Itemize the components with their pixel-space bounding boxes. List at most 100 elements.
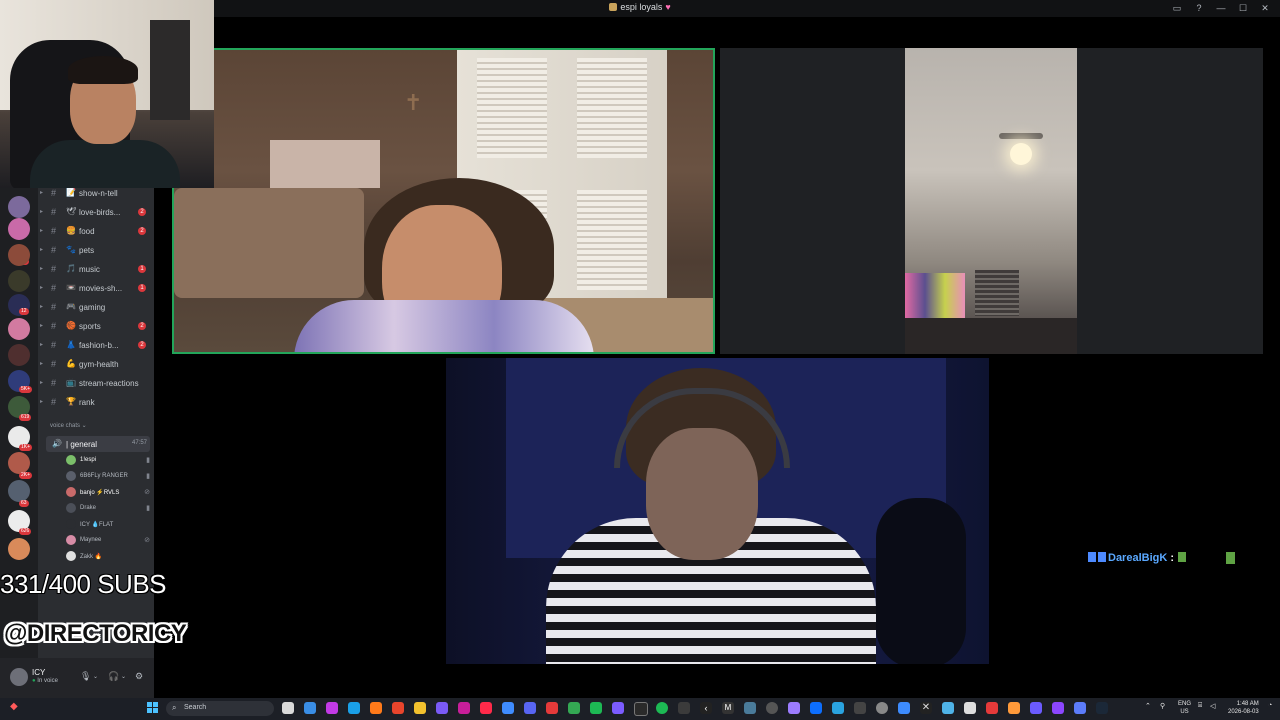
app-icon[interactable] — [590, 702, 602, 714]
voice-user[interactable]: Drake ▮ — [66, 501, 150, 516]
server-icon[interactable] — [8, 270, 30, 292]
user-status-text: In voice — [37, 678, 58, 684]
server-icon[interactable] — [8, 218, 30, 240]
app-icon[interactable] — [634, 702, 648, 716]
network-icon[interactable]: ⌸ — [1198, 702, 1202, 710]
app-icon[interactable] — [876, 702, 888, 714]
server-icon[interactable] — [8, 244, 30, 266]
channel-item[interactable]: ▸ # 🕊 love-birds... 2 — [38, 204, 154, 221]
voice-user[interactable]: 1!espi ▮ — [66, 453, 150, 468]
chevron-down-icon[interactable]: ⌄ — [121, 673, 126, 680]
video-tile-1[interactable]: ✝ — [172, 48, 715, 354]
app-icon[interactable] — [1008, 702, 1020, 714]
x-icon[interactable]: ✕ — [920, 702, 932, 714]
user-status: ● In voice — [32, 678, 58, 684]
channel-item[interactable]: ▸ # 🎮 gaming — [38, 299, 154, 316]
notification-icon[interactable]: ◆ — [10, 701, 22, 713]
channel-emoji: 🐾 — [66, 245, 76, 254]
app-icon[interactable] — [458, 702, 470, 714]
app-icon[interactable] — [1030, 702, 1042, 714]
server-icon[interactable] — [8, 538, 30, 560]
channel-item[interactable]: ▸ # 🐾 pets — [38, 242, 154, 259]
app-icon[interactable] — [326, 702, 338, 714]
brave-icon[interactable] — [392, 702, 404, 714]
app-icon[interactable] — [436, 702, 448, 714]
app-icon[interactable] — [678, 702, 690, 714]
voice-user[interactable]: ICY 💧FLAT — [66, 517, 150, 532]
language-indicator[interactable]: ENG US — [1178, 700, 1191, 716]
muted-icon: ⊘ — [144, 489, 150, 496]
windows-start-icon[interactable] — [147, 702, 159, 714]
app-icon[interactable] — [854, 702, 866, 714]
app-icon[interactable] — [766, 702, 778, 714]
steam-icon[interactable] — [1096, 702, 1108, 714]
server-icon[interactable] — [8, 344, 30, 366]
app-icon[interactable] — [612, 702, 624, 714]
close-icon[interactable]: ✕ — [1254, 1, 1276, 15]
task-view-icon[interactable] — [282, 702, 294, 714]
app-icon[interactable] — [964, 702, 976, 714]
channel-item[interactable]: ▸ # 🍔 food 2 — [38, 223, 154, 240]
inbox-icon[interactable]: ▭ — [1166, 1, 1188, 15]
avatar — [66, 455, 76, 465]
app-icon[interactable] — [942, 702, 954, 714]
taskbar-search[interactable]: ⌕ Search — [166, 701, 274, 716]
app-icon[interactable] — [986, 702, 998, 714]
headphones-icon[interactable]: 🎧 — [108, 671, 119, 682]
video-tile-2[interactable] — [720, 48, 1263, 354]
channel-item[interactable]: ▸ # 👗 fashion-b... 2 — [38, 337, 154, 354]
app-icon[interactable] — [788, 702, 800, 714]
channel-item[interactable]: ▸ # 🎵 music 1 — [38, 261, 154, 278]
channel-item[interactable]: ▸ # 💪 gym-health — [38, 356, 154, 373]
voice-user[interactable]: 6B6FLy RANGER ▮ — [66, 469, 150, 484]
app-icon[interactable]: M — [722, 702, 734, 714]
voice-channel-general[interactable]: 🔊 | general 47:57 — [46, 436, 150, 452]
location-icon[interactable]: ⚲ — [1160, 702, 1165, 710]
minimize-icon[interactable]: — — [1210, 1, 1232, 15]
help-icon[interactable]: ? — [1188, 1, 1210, 15]
channel-item[interactable]: ▸ # 📼 movies-sh... 1 — [38, 280, 154, 297]
server-icon[interactable] — [8, 318, 30, 340]
channel-item[interactable]: ▸ # 🏆 rank — [38, 394, 154, 411]
maximize-icon[interactable]: ☐ — [1232, 1, 1254, 15]
edge-icon[interactable] — [348, 702, 360, 714]
video-tile-3[interactable] — [446, 358, 989, 664]
app-icon[interactable] — [810, 702, 822, 714]
app-icon[interactable] — [898, 702, 910, 714]
chevron-up-icon[interactable]: ⌃ — [1145, 702, 1151, 710]
avatar[interactable] — [10, 668, 28, 686]
voice-channel-label: | general — [66, 440, 97, 449]
microphone-icon[interactable]: 🎙 — [80, 671, 91, 682]
app-icon[interactable] — [546, 702, 558, 714]
gear-icon[interactable]: ⚙ — [135, 671, 143, 682]
file-explorer-icon[interactable] — [414, 702, 426, 714]
voice-user[interactable]: Maynee ⊘ — [66, 533, 150, 548]
channel-item[interactable]: ▸ # 🏀 sports 2 — [38, 318, 154, 335]
firefox-icon[interactable] — [370, 702, 382, 714]
voice-category[interactable]: voice chats ⌄ — [50, 422, 87, 429]
avatar — [66, 535, 76, 545]
channel-item[interactable]: ▸ # 📺 stream-reactions — [38, 375, 154, 392]
voice-user[interactable]: Zakk 🔥 — [66, 549, 150, 564]
video-light — [1010, 143, 1032, 165]
clock[interactable]: 1:48 AM 2026-08-03 — [1228, 700, 1259, 716]
channel-item[interactable]: ▸ # 📝 show-n-tell — [38, 188, 154, 202]
widgets-icon[interactable] — [304, 702, 316, 714]
app-icon[interactable] — [1052, 702, 1064, 714]
voice-user[interactable]: banjo ⚡RVLS ⊘ — [66, 485, 150, 500]
bell-icon[interactable]: ◔ — [1268, 702, 1272, 709]
app-icon[interactable] — [502, 702, 514, 714]
app-icon[interactable] — [1074, 702, 1086, 714]
app-icon[interactable]: ‹ — [700, 702, 712, 714]
discord-icon[interactable] — [524, 702, 536, 714]
app-icon[interactable] — [744, 702, 756, 714]
server-icon[interactable] — [8, 480, 30, 502]
server-icon[interactable] — [8, 196, 30, 218]
chrome-icon[interactable] — [568, 702, 580, 714]
spotify-icon[interactable] — [656, 702, 668, 714]
server-icon[interactable] — [8, 452, 30, 474]
chevron-down-icon[interactable]: ⌄ — [93, 673, 98, 680]
volume-icon[interactable]: ◁ — [1210, 702, 1215, 710]
app-icon[interactable] — [832, 702, 844, 714]
app-icon[interactable] — [480, 702, 492, 714]
